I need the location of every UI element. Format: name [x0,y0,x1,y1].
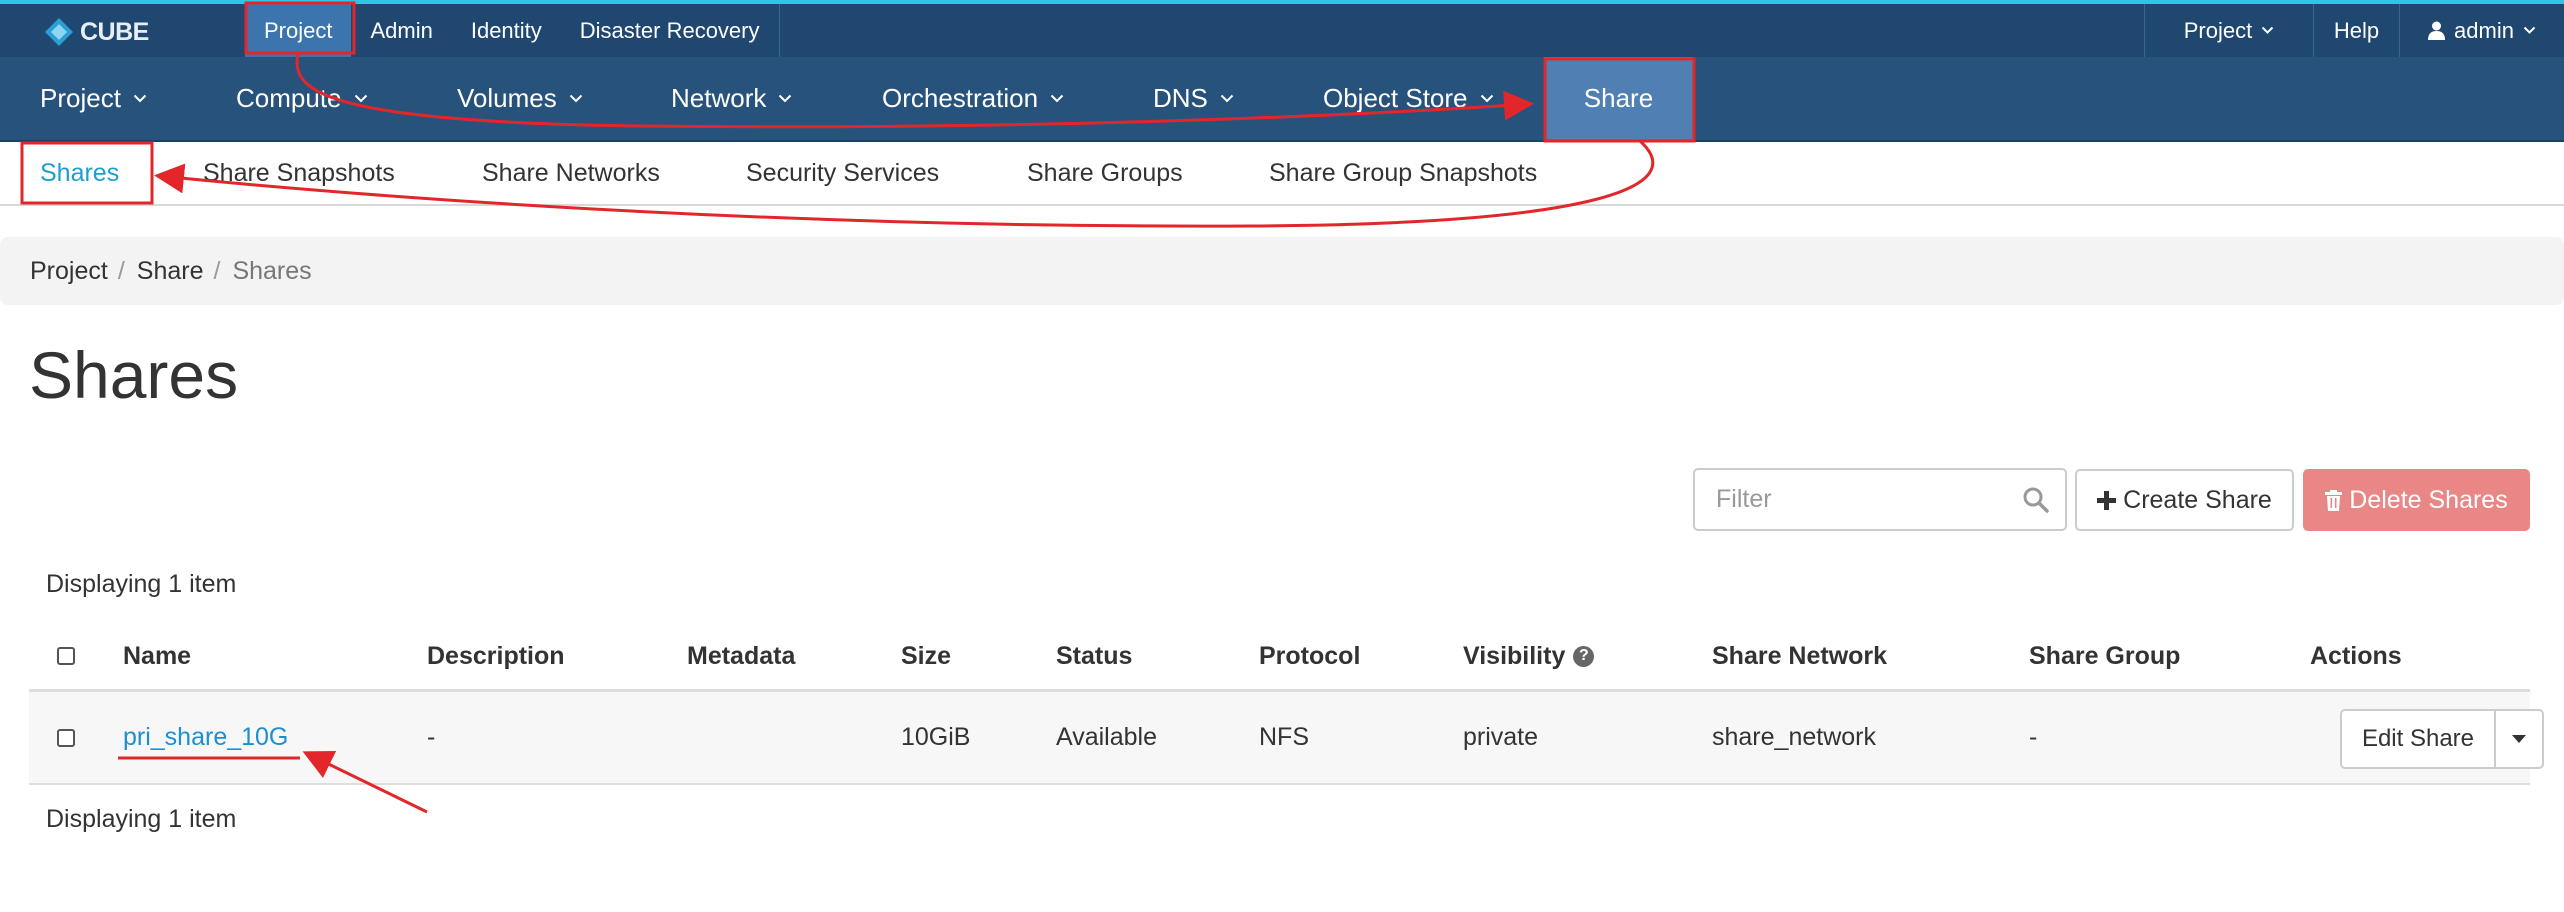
top-right-menu: Project Help admin [2144,4,2564,57]
column-size[interactable]: Size [901,623,951,689]
display-count-top: Displaying 1 item [46,570,237,598]
chevron-down-icon [1220,94,1234,102]
actions-dropdown-toggle[interactable] [2496,709,2544,769]
sub-nav-share-snapshots[interactable]: Share Snapshots [203,142,395,204]
main-nav-network[interactable]: Network [671,57,792,140]
column-protocol[interactable]: Protocol [1259,623,1360,689]
main-nav-share[interactable]: Share [1544,57,1693,140]
cell-share-network: share_network [1712,723,1876,751]
top-nav-identity[interactable]: Identity [452,4,561,57]
top-nav-project[interactable]: Project [245,4,352,57]
sub-nav-security-services[interactable]: Security Services [746,142,939,204]
row-actions: Edit Share [2340,709,2544,769]
help-icon[interactable]: ? [1573,645,1595,667]
main-nav-orchestration[interactable]: Orchestration [882,57,1064,140]
column-name[interactable]: Name [123,623,191,689]
chevron-down-icon [1050,94,1064,102]
cell-visibility: private [1463,723,1539,751]
column-actions: Actions [2310,641,2402,670]
row-checkbox-cell [57,692,75,783]
filter-box [1693,468,2067,531]
top-nav: Project Admin Identity Disaster Recovery [245,4,780,57]
top-nav-disaster-recovery[interactable]: Disaster Recovery [561,4,779,57]
cell-status: Available [1056,723,1158,751]
main-navbar: Project Compute Volumes Network Orchestr… [0,57,2564,142]
sub-nav-share-groups[interactable]: Share Groups [1027,142,1183,204]
user-icon [2428,21,2446,40]
main-nav-compute[interactable]: Compute [236,57,368,140]
chevron-down-icon [354,94,367,102]
brand-name: CUBE [80,17,149,46]
breadcrumb-project[interactable]: Project [30,257,108,286]
sub-nav-share-group-snapshots[interactable]: Share Group Snapshots [1269,142,1537,204]
column-share-group[interactable]: Share Group [2029,623,2180,689]
chevron-down-icon [2262,26,2274,34]
filter-input[interactable] [1695,470,2025,529]
chevron-down-icon [2523,26,2536,34]
cell-protocol: NFS [1259,723,1309,751]
column-visibility[interactable]: Visibility ? [1463,623,1595,689]
project-dropdown[interactable]: Project [2144,4,2313,57]
breadcrumb-share[interactable]: Share [137,257,204,286]
chevron-down-icon [1480,94,1493,102]
share-name-link[interactable]: pri_share_10G [123,692,288,783]
cell-description: - [427,723,436,751]
sub-navbar: Shares Share Snapshots Share Networks Se… [0,142,2564,206]
user-dropdown[interactable]: admin [2399,4,2564,57]
help-link[interactable]: Help [2313,4,2399,57]
caret-down-icon [2512,735,2526,743]
column-status[interactable]: Status [1056,623,1132,689]
brand-logo[interactable]: CUBE [44,12,149,52]
search-icon[interactable] [2022,486,2050,514]
column-metadata[interactable]: Metadata [687,623,795,689]
cube-logo-icon [45,18,73,46]
edit-share-button[interactable]: Edit Share [2340,709,2496,769]
main-nav-dns[interactable]: DNS [1153,57,1234,140]
main-nav-volumes[interactable]: Volumes [457,57,583,140]
table-row: pri_share_10G - 10GiB Available NFS priv… [29,692,2544,785]
chevron-down-icon [133,94,147,102]
breadcrumb-separator: / [213,256,221,285]
chevron-down-icon [569,94,582,102]
top-nav-admin[interactable]: Admin [351,4,451,57]
select-all-checkbox-cell [57,623,75,689]
row-checkbox[interactable] [57,728,75,747]
sub-nav-share-networks[interactable]: Share Networks [482,142,660,204]
main-nav-project[interactable]: Project [40,57,147,140]
display-count-bottom: Displaying 1 item [46,805,237,833]
chevron-down-icon [779,94,792,102]
column-share-network[interactable]: Share Network [1712,623,1887,689]
table-header: Name Description Metadata Size Status Pr… [29,623,2530,692]
cell-share-group: - [2029,723,2038,751]
column-description[interactable]: Description [427,623,565,689]
breadcrumb-separator: / [117,256,125,285]
top-navbar: CUBE Project Admin Identity Disaster Rec… [0,0,2564,57]
cell-size: 10GiB [901,723,971,751]
create-share-button[interactable]: Create Share [2075,469,2294,531]
sub-nav-shares[interactable]: Shares [40,142,119,204]
breadcrumb-current: Shares [232,256,312,285]
page-title: Shares [29,338,239,412]
delete-shares-button[interactable]: Delete Shares [2303,469,2530,531]
plus-icon [2097,490,2117,510]
trash-icon [2325,489,2343,511]
select-all-checkbox[interactable] [57,647,75,665]
breadcrumb: Project / Share / Shares [0,237,2564,305]
main-nav-object-store[interactable]: Object Store [1323,57,1494,140]
